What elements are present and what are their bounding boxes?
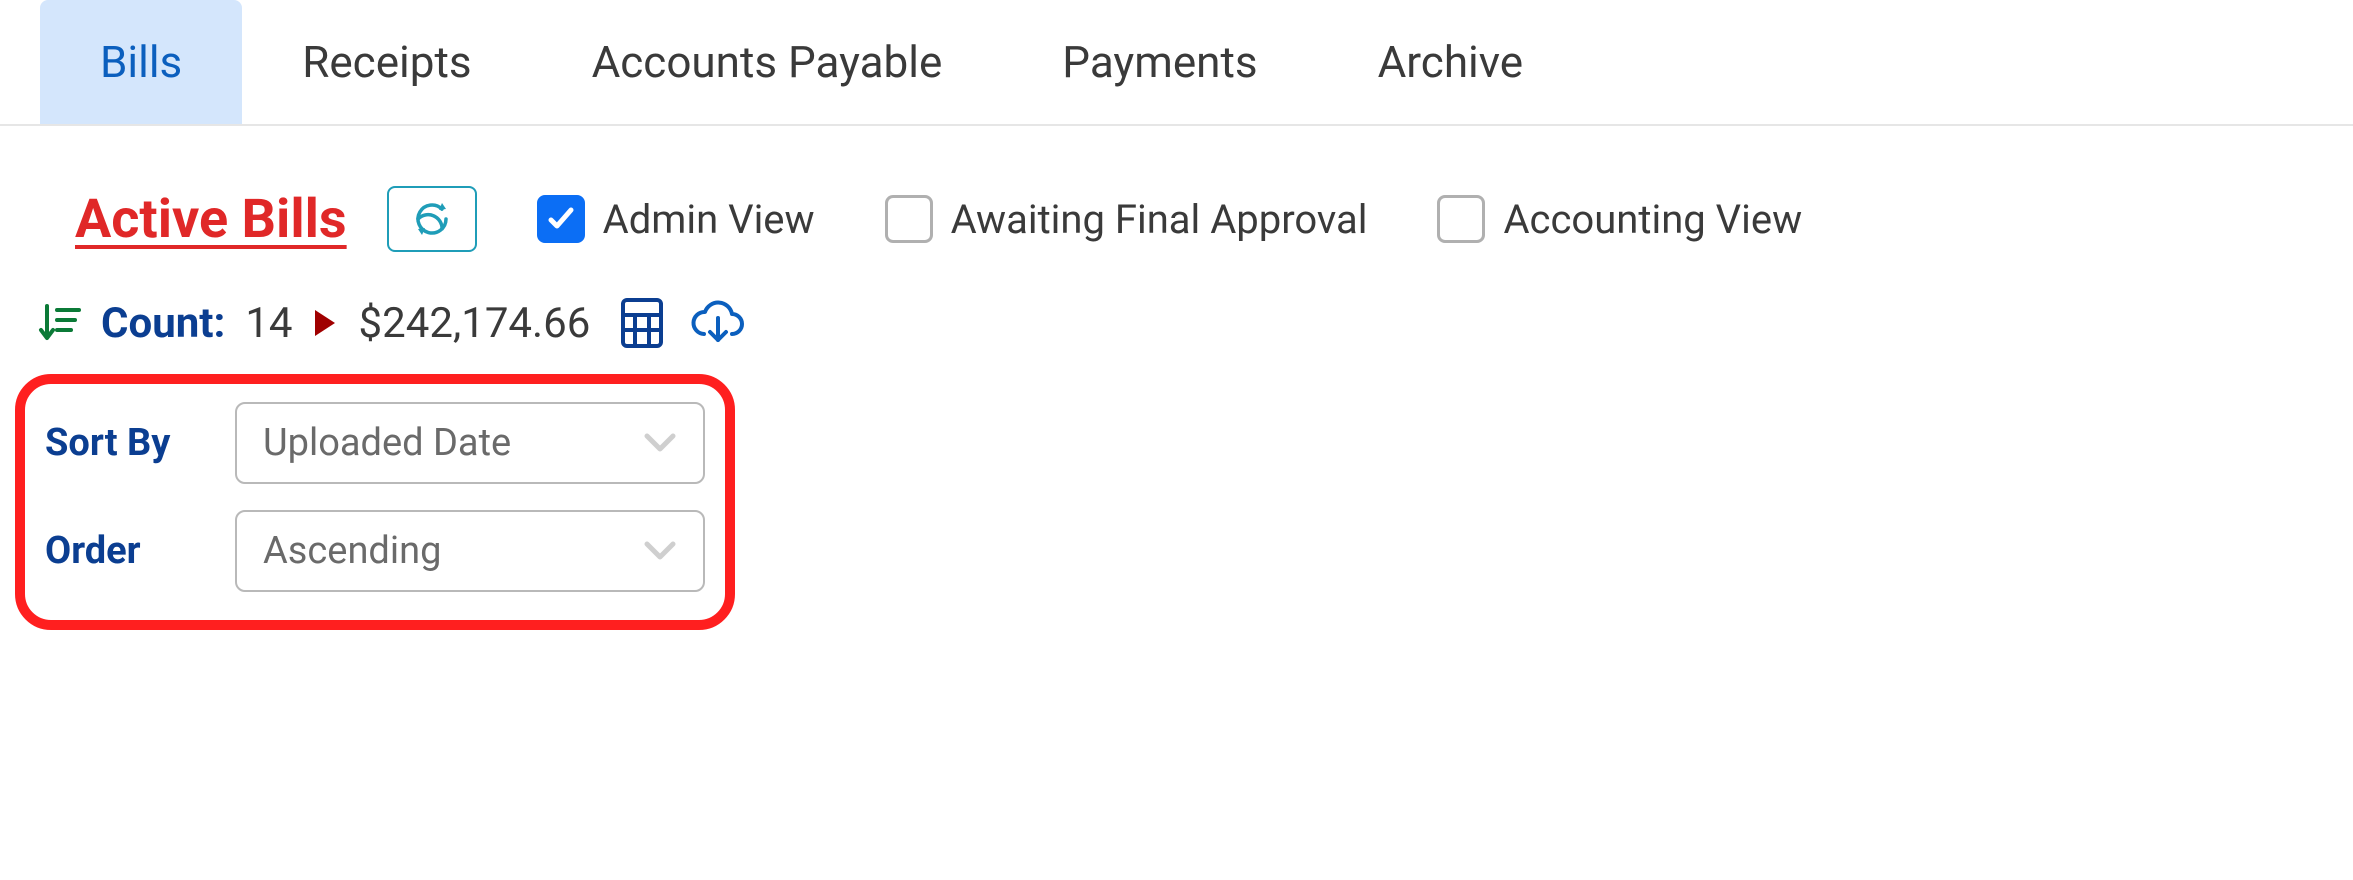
checkbox-accounting-view[interactable]: Accounting View xyxy=(1437,195,1802,243)
tab-accounts-payable[interactable]: Accounts Payable xyxy=(532,0,1003,124)
sort-by-row: Sort By Uploaded Date xyxy=(45,402,705,484)
calculator-icon xyxy=(620,297,664,349)
checkbox-accounting-view-label: Accounting View xyxy=(1503,196,1802,243)
order-label: Order xyxy=(45,529,205,573)
tab-receipts-label: Receipts xyxy=(302,36,471,88)
checkbox-awaiting-final-approval-label: Awaiting Final Approval xyxy=(951,196,1368,243)
refresh-icon xyxy=(412,199,452,239)
sort-by-value: Uploaded Date xyxy=(263,421,511,465)
checkbox-admin-view[interactable]: Admin View xyxy=(537,195,815,243)
cloud-download-icon xyxy=(690,300,746,346)
tab-archive[interactable]: Archive xyxy=(1318,0,1584,124)
expand-icon[interactable] xyxy=(313,308,339,338)
sort-direction-icon[interactable] xyxy=(35,300,81,346)
count-value: 14 xyxy=(245,299,292,348)
tab-payments[interactable]: Payments xyxy=(1002,0,1317,124)
view-filters: Admin View Awaiting Final Approval Accou… xyxy=(537,195,1802,243)
tab-bills[interactable]: Bills xyxy=(40,0,242,124)
page-title[interactable]: Active Bills xyxy=(75,188,347,251)
download-button[interactable] xyxy=(690,300,746,346)
count-label: Count: xyxy=(101,299,225,348)
order-select[interactable]: Ascending xyxy=(235,510,705,592)
tab-accounts-payable-label: Accounts Payable xyxy=(592,36,943,88)
checkbox-awaiting-final-approval[interactable]: Awaiting Final Approval xyxy=(885,195,1368,243)
checkbox-box xyxy=(885,195,933,243)
title-row: Active Bills Admin View Awaiting Final A… xyxy=(0,126,2353,252)
refresh-button[interactable] xyxy=(387,186,477,252)
sort-panel-highlight: Sort By Uploaded Date Order Ascending xyxy=(15,374,735,630)
order-row: Order Ascending xyxy=(45,510,705,592)
tab-payments-label: Payments xyxy=(1062,36,1257,88)
stats-row: Count: 14 $242,174.66 xyxy=(0,252,2353,349)
sort-by-select[interactable]: Uploaded Date xyxy=(235,402,705,484)
order-value: Ascending xyxy=(263,529,441,573)
tab-receipts[interactable]: Receipts xyxy=(242,0,531,124)
chevron-down-icon xyxy=(643,432,677,454)
tab-bills-label: Bills xyxy=(100,36,182,88)
checkbox-box xyxy=(537,195,585,243)
chevron-down-icon xyxy=(643,540,677,562)
checkbox-admin-view-label: Admin View xyxy=(603,196,815,243)
checkbox-box xyxy=(1437,195,1485,243)
sort-by-label: Sort By xyxy=(45,421,205,465)
total-value: $242,174.66 xyxy=(359,299,591,348)
tab-archive-label: Archive xyxy=(1378,36,1524,88)
tabs-bar: Bills Receipts Accounts Payable Payments… xyxy=(0,0,2353,126)
calculator-button[interactable] xyxy=(620,297,664,349)
